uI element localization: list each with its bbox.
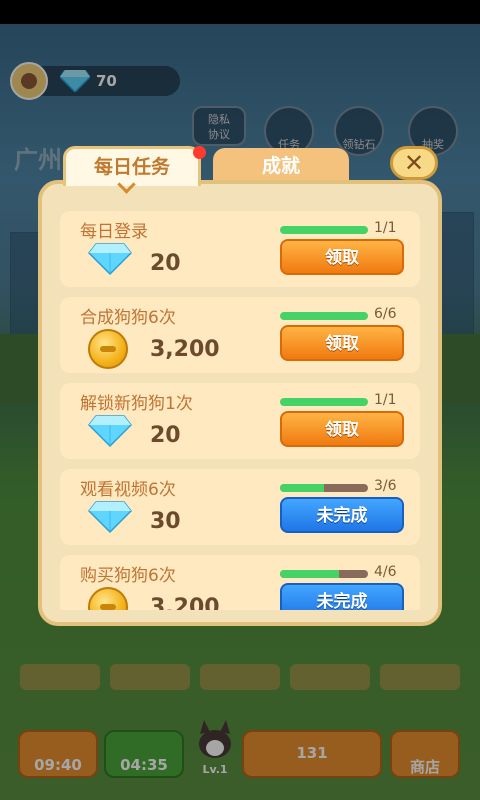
close-button[interactable]: ✕ — [390, 146, 438, 180]
progress-text: 6/6 — [374, 306, 397, 322]
claim-button[interactable]: 领取 — [280, 411, 404, 447]
coin-icon — [88, 587, 128, 610]
task-title: 解锁新狗狗1次 — [80, 394, 193, 414]
progress-bar — [280, 226, 368, 234]
progress-bar — [280, 398, 368, 406]
task-reward: 20 — [150, 251, 181, 276]
incomplete-button[interactable]: 未完成 — [280, 583, 404, 610]
progress-text: 1/1 — [374, 392, 397, 408]
task-reward: 30 — [150, 509, 181, 534]
close-icon: ✕ — [403, 149, 425, 177]
incomplete-button[interactable]: 未完成 — [280, 497, 404, 533]
task-title: 合成狗狗6次 — [80, 308, 176, 328]
task-reward: 3,200 — [150, 337, 220, 362]
status-bar — [0, 0, 480, 24]
progress-bar — [280, 312, 368, 320]
claim-button[interactable]: 领取 — [280, 325, 404, 361]
task-reward: 3,200 — [150, 595, 220, 610]
claim-button[interactable]: 领取 — [280, 239, 404, 275]
coin-icon — [88, 329, 128, 369]
progress-text: 3/6 — [374, 478, 397, 494]
task-title: 观看视频6次 — [80, 480, 176, 500]
task-row: 购买狗狗6次 3,200 4/6 未完成 — [60, 555, 420, 610]
progress-bar — [280, 484, 368, 492]
task-title: 每日登录 — [80, 222, 148, 242]
task-reward: 20 — [150, 423, 181, 448]
diamond-icon — [88, 415, 132, 451]
task-row: 合成狗狗6次 3,200 6/6 领取 — [60, 297, 420, 373]
progress-text: 4/6 — [374, 564, 397, 580]
progress-bar — [280, 570, 368, 578]
notification-dot — [193, 146, 206, 159]
task-title: 购买狗狗6次 — [80, 566, 176, 586]
diamond-icon — [88, 243, 132, 279]
diamond-icon — [88, 501, 132, 537]
task-row: 解锁新狗狗1次 20 1/1 领取 — [60, 383, 420, 459]
task-row: 每日登录 20 1/1 领取 — [60, 211, 420, 287]
progress-text: 1/1 — [374, 220, 397, 236]
task-list[interactable]: 每日登录 20 1/1 领取 合成狗狗6次 3,200 6/6 领取 解锁新狗狗1次 20 1/1 领… — [52, 194, 428, 610]
task-row: 观看视频6次 30 3/6 未完成 — [60, 469, 420, 545]
